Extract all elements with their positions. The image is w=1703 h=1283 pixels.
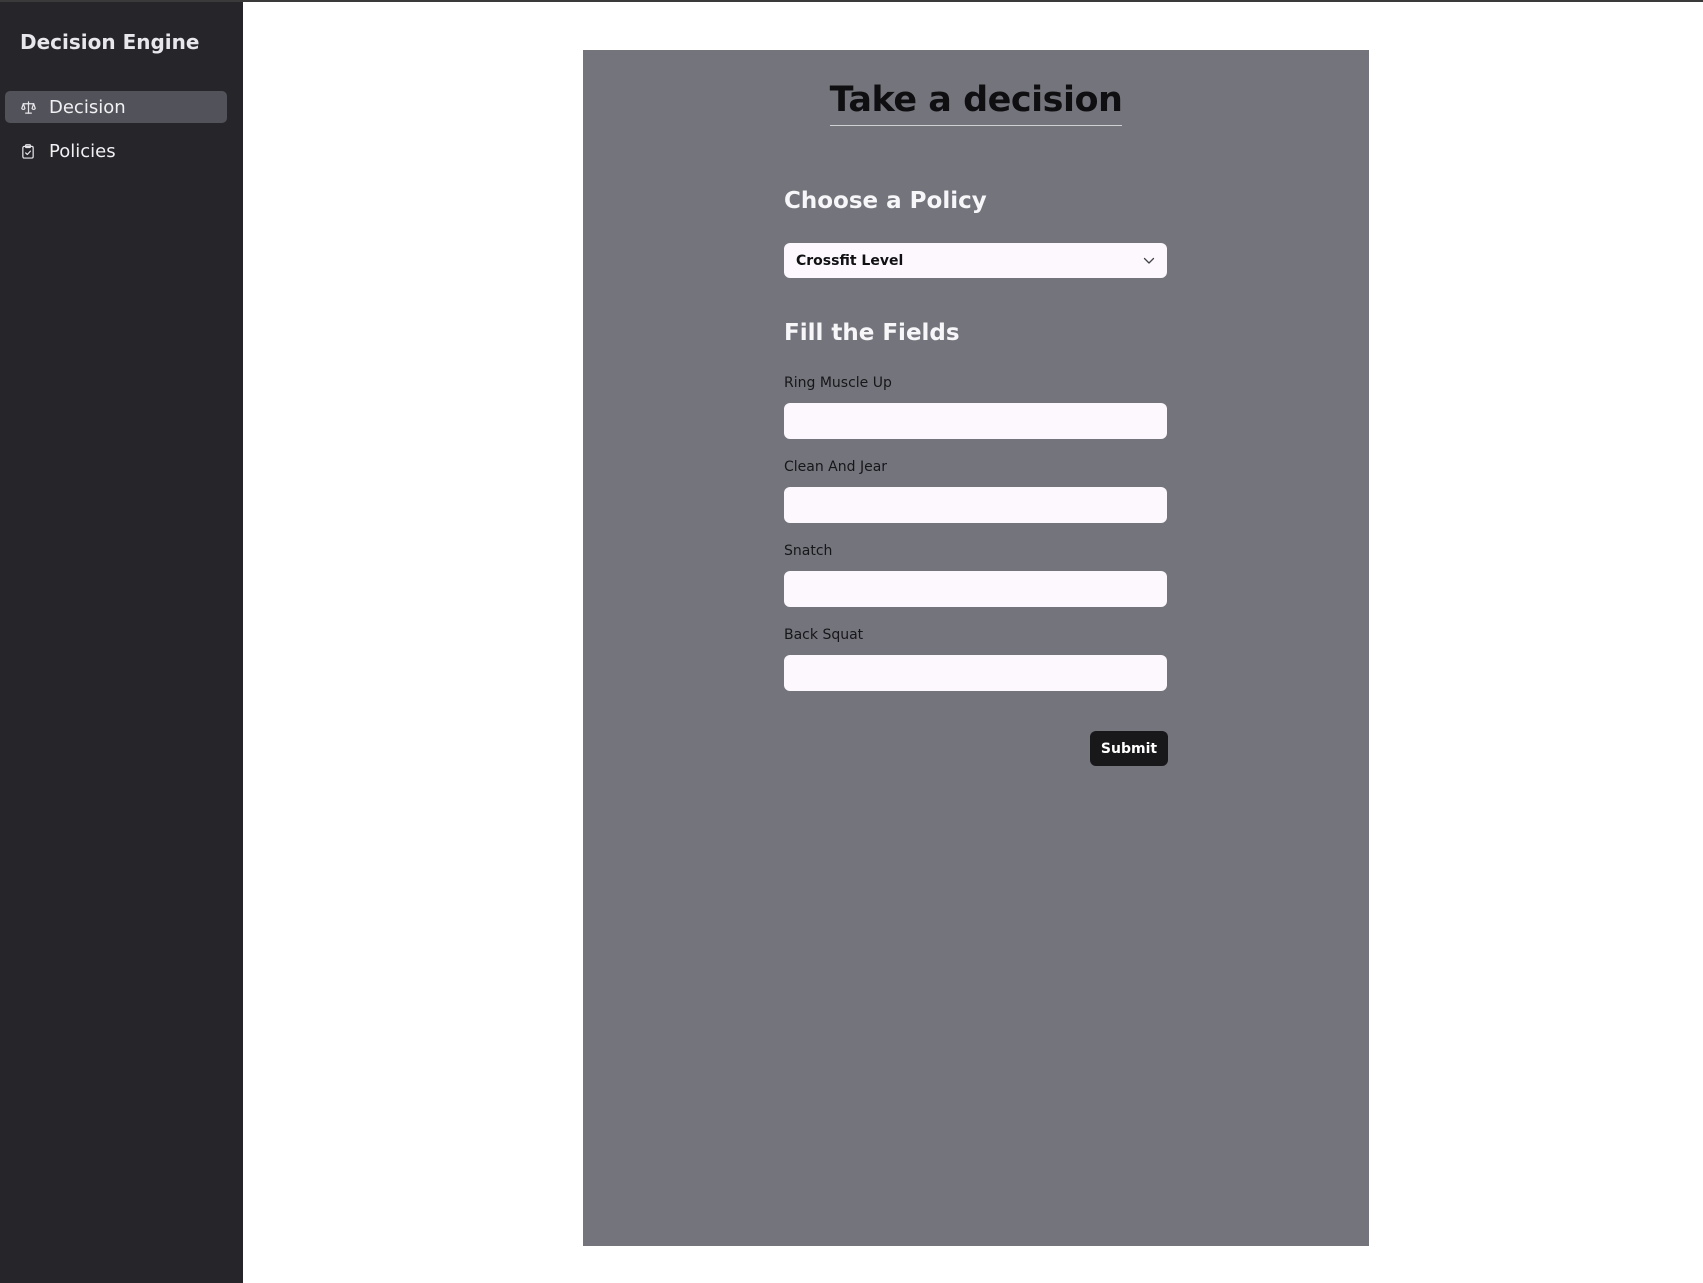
ring-muscle-up-label: Ring Muscle Up (784, 375, 892, 391)
sidebar-item-decision[interactable]: Decision (5, 91, 227, 123)
snatch-label: Snatch (784, 543, 833, 559)
back-squat-input[interactable] (784, 655, 1167, 691)
snatch-input[interactable] (784, 571, 1167, 607)
page-title-text: Take a decision (829, 80, 1123, 126)
sidebar-item-policies[interactable]: Policies (5, 135, 227, 167)
policy-select[interactable]: Crossfit Level (784, 243, 1167, 278)
sidebar-item-label: Policies (49, 140, 116, 162)
back-squat-label: Back Squat (784, 627, 864, 643)
clean-and-jear-label: Clean And Jear (784, 459, 888, 475)
chevron-down-icon (1143, 257, 1155, 265)
clipboard-check-icon (20, 143, 36, 159)
fields-section-heading: Fill the Fields (784, 320, 960, 346)
clean-and-jear-input[interactable] (784, 487, 1167, 523)
submit-button[interactable]: Submit (1090, 731, 1168, 766)
app-title: Decision Engine (20, 30, 200, 54)
policy-select-value: Crossfit Level (796, 252, 904, 269)
ring-muscle-up-input[interactable] (784, 403, 1167, 439)
sidebar-item-label: Decision (49, 96, 126, 118)
decision-panel: Take a decision Choose a Policy Crossfit… (583, 50, 1369, 1246)
page-title: Take a decision (583, 80, 1369, 126)
sidebar: Decision Engine Decision Policies (0, 2, 243, 1283)
top-border (0, 0, 1703, 2)
scale-icon (20, 99, 36, 115)
policy-section-heading: Choose a Policy (784, 188, 987, 214)
